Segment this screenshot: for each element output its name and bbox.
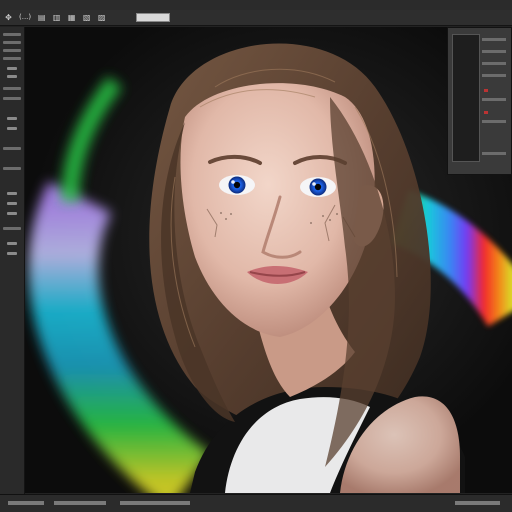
tool-brush[interactable] [7,75,17,78]
tool-quickmask[interactable] [7,242,17,245]
layers-icon[interactable]: ▨ [97,13,106,22]
tool-move[interactable] [3,33,21,36]
tool-eyedropper[interactable] [7,67,17,70]
option-label: (...) [19,13,32,21]
tool-screenmode[interactable] [7,252,17,255]
panel-red-indicator-2 [484,111,488,114]
option-field[interactable] [136,13,171,22]
tool-crop[interactable] [3,57,21,60]
tool-marquee[interactable] [3,41,21,44]
tool-shape[interactable] [7,192,17,195]
grid-icon[interactable]: ▧ [82,13,91,22]
distribute-icon[interactable]: ▥ [52,13,61,22]
app-window: ✥ (...) ▤ ▥ ▦ ▧ ▨ [0,0,512,512]
canvas-artwork [28,43,512,493]
panel-bar-3[interactable] [482,62,506,65]
panel-bar-4[interactable] [482,74,506,77]
rainbow-arc-top-left [61,76,123,203]
panel-bar-6[interactable] [482,120,506,123]
tool-blur[interactable] [7,127,17,130]
tool-eraser[interactable] [3,97,21,100]
status-info [120,501,190,505]
eye-highlight-left [231,180,235,184]
panel-bar-5[interactable] [482,98,506,101]
eye-highlight-right [312,182,316,186]
pupil-right [314,183,322,191]
tool-lasso[interactable] [3,49,21,52]
transform-icon[interactable]: ▦ [67,13,76,22]
tool-swatch[interactable] [3,227,21,230]
document-canvas[interactable] [25,27,512,493]
tool-zoom[interactable] [7,212,17,215]
right-panel [447,27,512,175]
tool-hand[interactable] [7,202,17,205]
status-bar [0,494,512,512]
tool-pen[interactable] [3,147,21,150]
status-doc[interactable] [54,501,106,505]
panel-bar-1[interactable] [482,38,506,41]
panel-preview [452,34,480,162]
panel-bar-2[interactable] [482,50,506,53]
status-zoom[interactable] [8,501,44,505]
status-right[interactable] [455,501,500,505]
align-icon[interactable]: ▤ [37,13,46,22]
panel-red-indicator [484,89,488,92]
tool-clone[interactable] [3,87,21,90]
pupil-left [233,181,241,189]
move-icon[interactable]: ✥ [4,13,13,22]
tools-panel [0,27,25,495]
tool-type[interactable] [3,167,21,170]
panel-bar-7[interactable] [482,152,506,155]
option-bar: ✥ (...) ▤ ▥ ▦ ▧ ▨ [0,10,512,26]
tool-gradient[interactable] [7,117,17,120]
